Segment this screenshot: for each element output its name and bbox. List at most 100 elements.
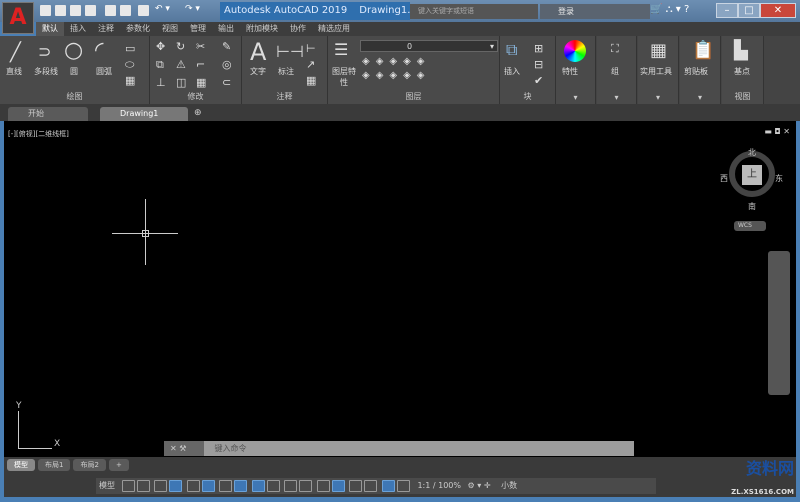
tool-text[interactable]: 文字 [250, 66, 266, 77]
file-tab-start[interactable]: 开始 [8, 107, 88, 121]
panel-label[interactable]: 视图 [722, 91, 763, 102]
file-tab-drawing1[interactable]: Drawing1 [100, 107, 188, 121]
rectangle-icon[interactable]: ▭ [125, 42, 135, 55]
ribbon-tab[interactable]: 精选应用 [312, 22, 356, 36]
tool-polyline[interactable]: 多段线 [34, 66, 58, 77]
compass-east[interactable]: 东 [775, 173, 783, 184]
move-icon[interactable]: ✥ [156, 40, 165, 53]
ellipse-icon[interactable]: ⬭ [125, 58, 134, 72]
annotation-visibility-toggle[interactable] [381, 479, 395, 492]
ribbon-tab[interactable]: 注释 [92, 22, 120, 36]
panel-label[interactable]: 修改 [150, 91, 241, 102]
layout-tab-layout2[interactable]: 布局2 [73, 459, 106, 471]
save-as-icon[interactable] [85, 5, 96, 16]
command-close-icon[interactable]: ✕ ⚒ [164, 441, 204, 456]
snap-toggle[interactable] [136, 479, 150, 492]
ribbon-tab[interactable]: 视图 [156, 22, 184, 36]
rotate-icon[interactable]: ↻ [176, 40, 185, 53]
gizmo-toggle[interactable] [364, 479, 378, 492]
dynamic-ucs-toggle[interactable] [331, 479, 345, 492]
block-attribute-icon[interactable]: ✔ [534, 74, 543, 87]
erase-icon[interactable]: ✎ [222, 40, 231, 53]
tool-circle[interactable]: 圆 [70, 66, 78, 77]
array-icon[interactable]: ▦ [196, 76, 206, 89]
tool-clipboard[interactable]: 剪贴板 [684, 66, 708, 77]
create-block-icon[interactable]: ⊞ [534, 42, 543, 55]
grid-toggle[interactable] [121, 479, 135, 492]
copy-icon[interactable]: ⧉ [156, 58, 164, 72]
layer-tools-icon[interactable]: ◈◈◈◈◈ [362, 70, 430, 81]
panel-label[interactable]: 图层 [328, 91, 499, 102]
tool-base-point[interactable]: 基点 [734, 66, 750, 77]
tool-utilities[interactable]: 实用工具 [640, 66, 672, 77]
login-button[interactable]: 登录 [540, 4, 650, 19]
layout-tab-layout1[interactable]: 布局1 [38, 459, 71, 471]
table-icon[interactable]: ▦ [306, 74, 316, 87]
tool-line[interactable]: 直线 [6, 66, 22, 77]
3d-osnap-toggle[interactable] [316, 479, 330, 492]
mirror-icon[interactable]: ⚠ [176, 58, 186, 71]
wcs-menu[interactable]: WCS [734, 221, 766, 231]
ribbon-tab[interactable]: 插入 [64, 22, 92, 36]
tool-insert[interactable]: 插入 [504, 66, 520, 77]
units-button[interactable]: 小数 [493, 481, 517, 490]
command-line[interactable]: ✕ ⚒ 键入命令 [164, 441, 634, 456]
ribbon-tab[interactable]: 参数化 [120, 22, 156, 36]
compass-west[interactable]: 西 [720, 173, 728, 184]
panel-label[interactable]: ▾ [638, 93, 678, 102]
transparency-toggle[interactable] [284, 479, 298, 492]
ribbon-tab[interactable]: 默认 [36, 22, 64, 36]
new-tab-button[interactable]: ⊕ [194, 108, 202, 118]
tool-properties[interactable]: 特性 [562, 66, 578, 77]
polar-toggle[interactable] [201, 479, 215, 492]
ribbon-tab[interactable]: 管理 [184, 22, 212, 36]
new-icon[interactable] [40, 5, 51, 16]
tool-group[interactable]: 组 [611, 66, 619, 77]
application-menu-button[interactable]: A [2, 2, 34, 34]
workspace-gear-icon[interactable]: ⚙ ▾ ✛ [468, 481, 491, 490]
panel-label[interactable]: ▾ [597, 93, 636, 102]
web-mobile-open-icon[interactable] [105, 5, 116, 16]
selection-filter-toggle[interactable] [349, 479, 363, 492]
plot-icon[interactable] [138, 5, 149, 16]
maximize-button[interactable]: □ [738, 3, 760, 18]
panel-label[interactable]: 绘图 [0, 91, 149, 102]
tool-layer-properties[interactable]: 图层特性 [330, 66, 358, 88]
layer-tools-icon[interactable]: ◈◈◈◈◈ [362, 56, 430, 67]
lineweight-toggle[interactable] [266, 479, 280, 492]
close-button[interactable]: ✕ [760, 3, 796, 18]
open-icon[interactable] [55, 5, 66, 16]
dynamic-input-toggle[interactable] [169, 479, 183, 492]
stretch-icon[interactable]: ⊥ [156, 76, 166, 89]
viewcube-top[interactable]: 上 [742, 165, 762, 185]
add-layout-button[interactable]: + [108, 459, 129, 471]
navigation-bar[interactable] [768, 251, 790, 395]
object-snap-tracking-toggle[interactable] [234, 479, 248, 492]
help-icon[interactable]: 🛒 ⛬ ▾ ? [650, 4, 689, 15]
save-icon[interactable] [70, 5, 81, 16]
tool-dimension[interactable]: 标注 [278, 66, 294, 77]
command-input[interactable]: 键入命令 [207, 444, 247, 453]
web-mobile-save-icon[interactable] [120, 5, 131, 16]
offset-icon[interactable]: ⊂ [222, 76, 231, 89]
panel-label[interactable]: ▾ [556, 93, 595, 102]
trim-icon[interactable]: ✂ [196, 40, 205, 53]
layer-dropdown[interactable]: 0 ▾ [360, 40, 498, 52]
annotation-scale[interactable]: 1:1 / 100% [413, 481, 465, 490]
selection-cycling-toggle[interactable] [299, 479, 313, 492]
explode-icon[interactable]: ◎ [222, 58, 232, 71]
search-input[interactable]: 键入关键字或短语 [410, 4, 538, 19]
ribbon-tab[interactable]: 输出 [212, 22, 240, 36]
object-snap-toggle[interactable] [251, 479, 265, 492]
ribbon-tab[interactable]: 协作 [284, 22, 312, 36]
redo-icon[interactable]: ↷ ▾ [185, 4, 200, 14]
undo-icon[interactable]: ↶ ▾ [155, 4, 170, 14]
viewport-window-controls[interactable]: ▬ ◘ ✕ [764, 127, 790, 136]
compass-south[interactable]: 南 [748, 201, 756, 212]
leader-icon[interactable]: ↗ [306, 58, 315, 71]
ortho-toggle[interactable] [186, 479, 200, 492]
ribbon-tab[interactable]: 附加模块 [240, 22, 284, 36]
panel-label[interactable]: 块 [500, 91, 555, 102]
panel-label[interactable]: 注释 [242, 91, 327, 102]
linear-dimension-icon[interactable]: ⊢ [306, 42, 316, 55]
